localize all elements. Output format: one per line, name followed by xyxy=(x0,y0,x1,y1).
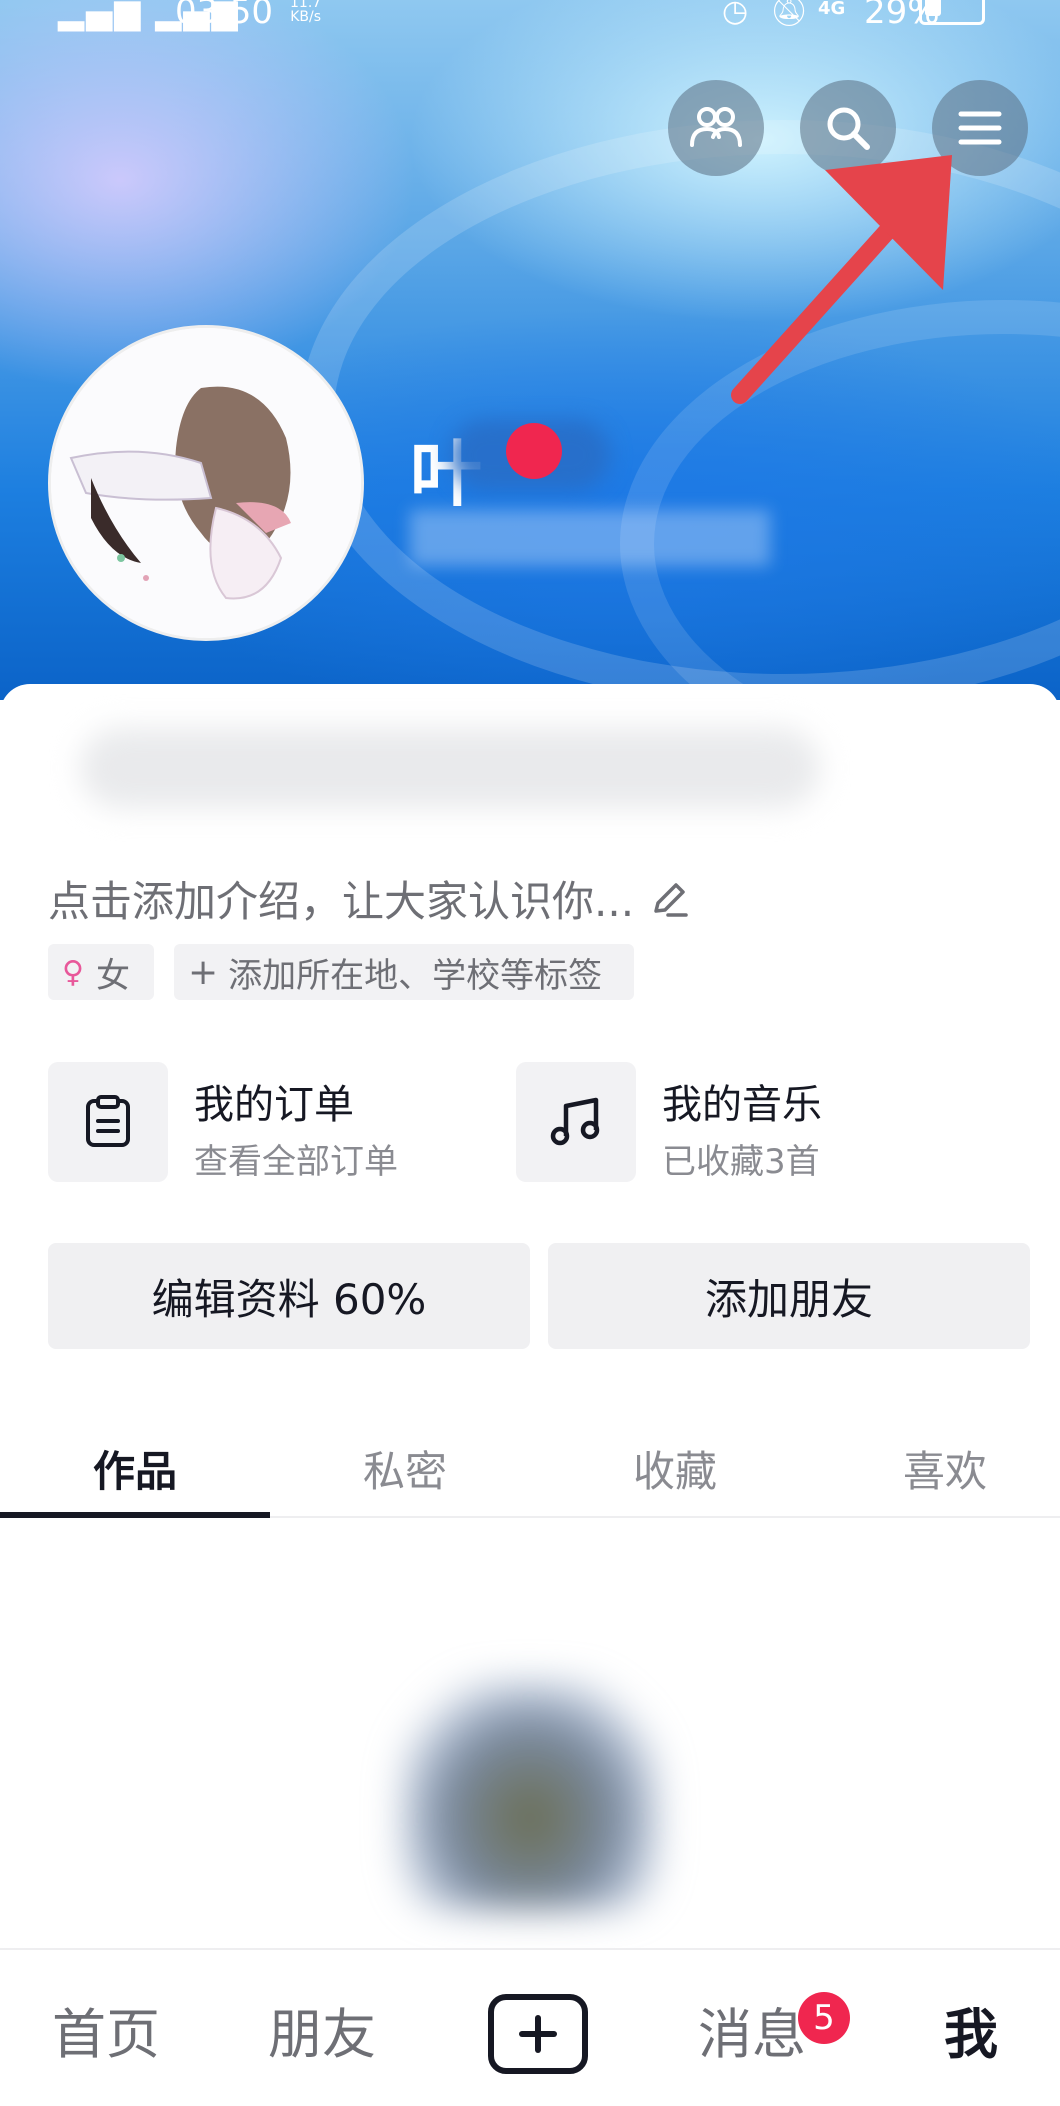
music-note-icon xyxy=(516,1062,636,1182)
plus-icon: + xyxy=(188,951,219,993)
my-orders-subtitle: 查看全部订单 xyxy=(194,1142,398,1182)
tab-works[interactable]: 作品 xyxy=(0,1420,270,1516)
content-thumbnail[interactable] xyxy=(400,1680,660,1910)
gender-label: 女 xyxy=(95,955,130,996)
avatar-illustration xyxy=(51,328,361,638)
my-orders-entry[interactable]: 我的订单 查看全部订单 xyxy=(48,1062,478,1182)
bottom-navigation: 首页 朋友 消息 5 我 xyxy=(0,1948,1060,2106)
my-music-entry[interactable]: 我的音乐 已收藏3首 xyxy=(516,1062,946,1182)
add-tag-button[interactable]: + 添加所在地、学校等标签 xyxy=(174,944,634,1000)
nav-messages[interactable]: 消息 xyxy=(698,1990,806,2069)
active-tab-indicator xyxy=(0,1512,270,1518)
my-orders-title: 我的订单 xyxy=(194,1082,354,1128)
bio-prompt-row[interactable]: 点击添加介绍，让大家认识你... xyxy=(48,868,692,929)
tab-favorites[interactable]: 收藏 xyxy=(540,1420,810,1516)
edit-pencil-icon xyxy=(654,882,688,917)
nav-home[interactable]: 首页 xyxy=(52,1990,160,2069)
order-icon xyxy=(48,1062,168,1182)
bio-prompt: 点击添加介绍，让大家认识你... xyxy=(48,877,635,926)
stats-redaction xyxy=(80,728,820,808)
avatar[interactable] xyxy=(48,325,364,641)
nav-friends[interactable]: 朋友 xyxy=(268,1990,376,2069)
user-id-redaction xyxy=(410,510,770,566)
my-music-subtitle: 已收藏3首 xyxy=(662,1142,820,1182)
live-indicator xyxy=(506,423,562,479)
my-music-title: 我的音乐 xyxy=(662,1082,822,1128)
edit-profile-button[interactable]: 编辑资料 60% xyxy=(48,1243,530,1349)
add-friend-button[interactable]: 添加朋友 xyxy=(548,1243,1030,1349)
female-icon: ♀ xyxy=(62,954,84,990)
create-button[interactable] xyxy=(488,1994,588,2074)
content-tabs: 作品 私密 收藏 喜欢 xyxy=(0,1420,1060,1518)
tab-likes[interactable]: 喜欢 xyxy=(810,1420,1060,1516)
plus-icon xyxy=(519,2015,557,2053)
gender-tag[interactable]: ♀ 女 xyxy=(48,944,154,1000)
tab-private[interactable]: 私密 xyxy=(270,1420,540,1516)
nav-me[interactable]: 我 xyxy=(944,1990,998,2069)
messages-badge: 5 xyxy=(798,1992,850,2044)
add-tag-label: 添加所在地、学校等标签 xyxy=(228,955,603,996)
